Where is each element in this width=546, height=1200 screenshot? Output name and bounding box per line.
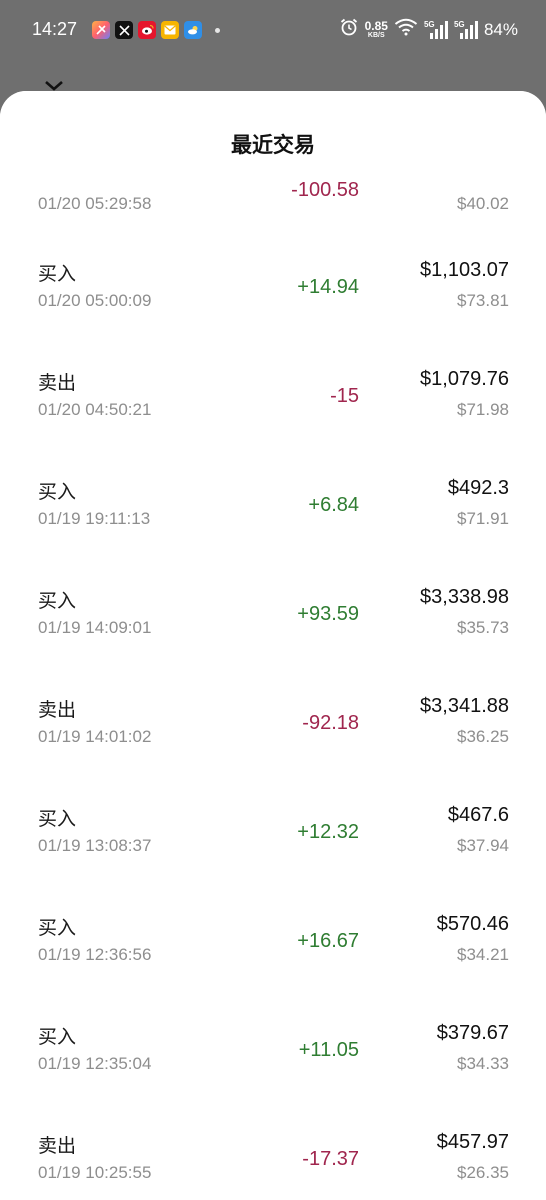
- signal-5g-icon: 5G: [454, 20, 478, 40]
- status-right: 0.85 KB/S 5G 5G 84%: [339, 17, 518, 42]
- transaction-amount: $492.3: [447, 477, 509, 499]
- app-store-icon: [92, 21, 110, 39]
- network-speed-unit: KB/S: [367, 32, 385, 39]
- transaction-change: +12.32: [297, 821, 359, 843]
- transaction-row[interactable]: 卖出 01/19 14:01:02 -92.18 $3,341.88 $36.2…: [0, 695, 546, 804]
- sheet-title: 最近交易: [231, 133, 315, 157]
- transaction-change: +6.84: [308, 494, 359, 516]
- transaction-type: 买入: [38, 590, 77, 612]
- wifi-icon: [394, 18, 418, 41]
- transaction-type: 买入: [38, 917, 77, 939]
- x-icon: [115, 21, 133, 39]
- transaction-time: 01/19 14:09:01: [38, 618, 152, 637]
- transaction-change: -92.18: [302, 712, 359, 734]
- transaction-price: $71.98: [457, 400, 509, 419]
- transaction-type: 买入: [38, 481, 77, 503]
- transaction-type: 卖出: [38, 1135, 77, 1157]
- transaction-amount: $1,103.07: [420, 259, 509, 281]
- transaction-price: $37.94: [457, 836, 509, 855]
- transaction-type: 卖出: [38, 699, 77, 721]
- transaction-row[interactable]: 卖出 01/19 10:25:55 -17.37 $457.97 $26.35: [0, 1131, 546, 1200]
- transaction-change: -15: [330, 385, 359, 407]
- transaction-amount: $467.6: [447, 804, 509, 826]
- transaction-price: $34.21: [457, 945, 509, 964]
- recent-transactions-sheet: 最近交易 01/20 05:29:58 -100.58 $40.02 买入 01…: [0, 91, 546, 1200]
- transaction-time: 01/19 12:36:56: [38, 945, 152, 964]
- transaction-time: 01/19 13:08:37: [38, 836, 152, 855]
- transaction-type: 卖出: [38, 372, 77, 394]
- transaction-type: 买入: [38, 1026, 77, 1048]
- transaction-time: 01/20 05:00:09: [38, 291, 152, 310]
- transaction-time: 01/20 04:50:21: [38, 400, 152, 419]
- transaction-price: $73.81: [457, 291, 509, 310]
- network-speed-value: 0.85: [364, 19, 388, 33]
- signal-5g-icon: 5G: [424, 20, 448, 40]
- transaction-row[interactable]: 买入 01/19 14:09:01 +93.59 $3,338.98 $35.7…: [0, 586, 546, 695]
- transaction-change: -100.58: [291, 179, 359, 201]
- transaction-price: $35.73: [457, 618, 509, 637]
- transaction-change: +93.59: [297, 603, 359, 625]
- more-notifications-dot: [215, 27, 220, 33]
- transaction-amount: $457.97: [436, 1131, 509, 1153]
- mail-icon: [161, 21, 179, 39]
- transaction-row[interactable]: 卖出 01/20 04:50:21 -15 $1,079.76 $71.98: [0, 368, 546, 477]
- transaction-time: 01/19 10:25:55: [38, 1163, 152, 1182]
- transaction-time: 01/19 12:35:04: [38, 1054, 152, 1073]
- transaction-change: +11.05: [298, 1039, 359, 1061]
- transaction-time: 01/19 14:01:02: [38, 727, 152, 746]
- network-speed: 0.85 KB/S: [365, 20, 388, 39]
- transaction-change: +16.67: [297, 930, 359, 952]
- transaction-row[interactable]: 买入 01/19 12:36:56 +16.67 $570.46 $34.21: [0, 913, 546, 1022]
- transaction-type: 买入: [38, 263, 77, 285]
- transaction-type: 买入: [38, 808, 77, 830]
- transaction-row[interactable]: 买入 01/19 13:08:37 +12.32 $467.6 $37.94: [0, 804, 546, 913]
- transaction-row[interactable]: 买入 01/20 05:00:09 +14.94 $1,103.07 $73.8…: [0, 259, 546, 368]
- transaction-change: +14.94: [297, 276, 359, 298]
- transaction-price: $36.25: [457, 727, 509, 746]
- transaction-time: 01/19 19:11:13: [38, 509, 151, 528]
- transaction-list[interactable]: 01/20 05:29:58 -100.58 $40.02 买入 01/20 0…: [0, 91, 546, 1200]
- transaction-amount: $1,079.76: [420, 368, 509, 390]
- transaction-amount: $570.46: [436, 913, 509, 935]
- notification-icons: [92, 21, 220, 39]
- transaction-price: $34.33: [457, 1054, 509, 1073]
- transaction-row[interactable]: 买入 01/19 12:35:04 +11.05 $379.67 $34.33: [0, 1022, 546, 1131]
- transaction-price: $71.91: [457, 509, 509, 528]
- transaction-amount: $3,341.88: [420, 695, 509, 717]
- weather-icon: [184, 21, 202, 39]
- transaction-price: $26.35: [457, 1163, 509, 1182]
- weibo-icon: [138, 21, 156, 39]
- status-time: 14:27: [32, 19, 78, 39]
- transaction-amount: $379.67: [436, 1022, 509, 1044]
- transaction-row[interactable]: 买入 01/19 19:11:13 +6.84 $492.3 $71.91: [0, 477, 546, 586]
- alarm-icon: [339, 17, 359, 42]
- transaction-change: -17.37: [302, 1148, 359, 1170]
- transaction-amount: $3,338.98: [420, 586, 509, 608]
- transaction-time: 01/20 05:29:58: [38, 194, 152, 213]
- transaction-row[interactable]: 01/20 05:29:58 -100.58 $40.02: [0, 162, 546, 271]
- status-bar: 14:27 0.85 KB/S 5G 5G 84%: [0, 0, 546, 62]
- battery-percentage: 84%: [483, 19, 518, 39]
- transaction-price: $40.02: [457, 194, 509, 213]
